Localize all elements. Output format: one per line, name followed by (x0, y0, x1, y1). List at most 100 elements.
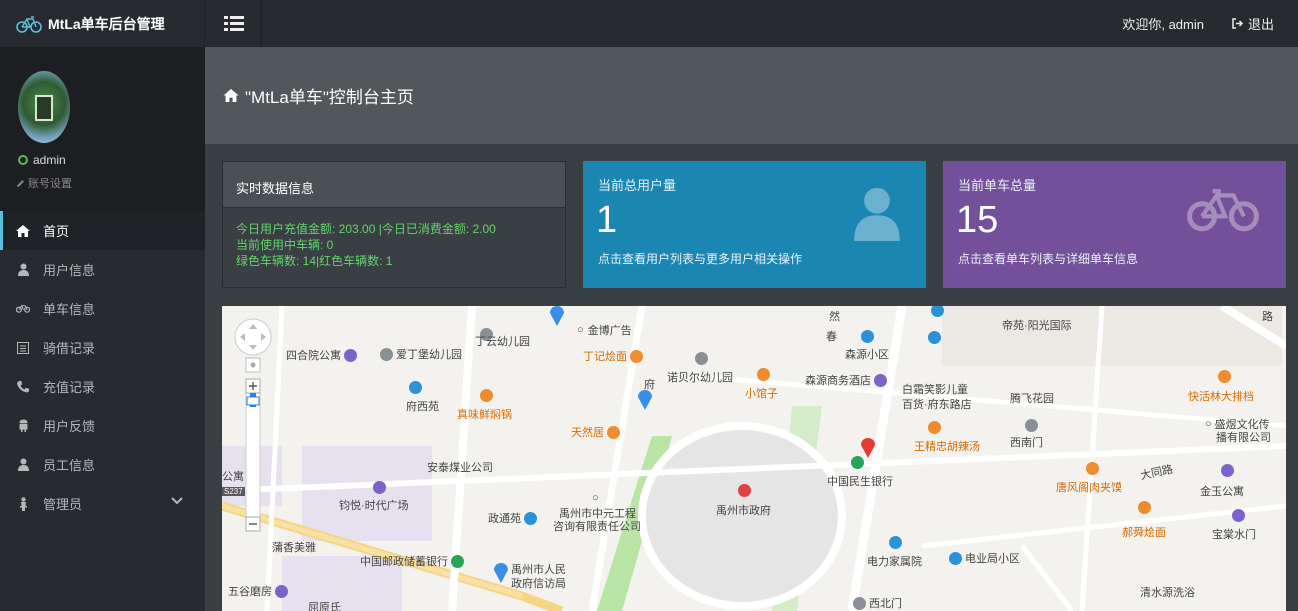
sidebar-item-feedback[interactable]: 用户反馈 (0, 406, 205, 445)
sidebar-item-recharge[interactable]: 充值记录 (0, 367, 205, 406)
map-poi[interactable] (406, 381, 425, 394)
map-poi[interactable]: ○ (592, 492, 599, 504)
avatar[interactable] (18, 71, 70, 143)
map-poi[interactable]: 公寓 (222, 468, 244, 484)
map-poi[interactable] (1022, 419, 1041, 432)
map-poi[interactable] (928, 306, 947, 317)
poi-label: 咨询有限责任公司 (553, 521, 641, 533)
map-poi[interactable]: 清水源洗浴 (1140, 584, 1195, 600)
bike-location-map[interactable]: 丁云幼儿园 ○ 金博广告 四合院公寓 爱丁堡幼儿园 丁记烩面 诺贝尔幼儿园 森源小… (222, 306, 1286, 611)
home-icon (223, 89, 239, 102)
map-poi[interactable]: 宝棠水门 (1212, 526, 1256, 542)
poi-label: 播有限公司 (1216, 432, 1271, 444)
total-users-link[interactable]: 点击查看用户列表与更多用户相关操作 (598, 250, 802, 267)
sidebar-item-home[interactable]: 首页 (0, 211, 205, 250)
map-poi[interactable]: 西北门 (850, 595, 902, 611)
map-poi[interactable]: 百货·府东路店 (902, 396, 972, 412)
map-poi[interactable]: 唐风阁肉夹馍 (1056, 479, 1122, 495)
map-poi[interactable] (886, 536, 905, 549)
map-poi[interactable] (477, 389, 496, 402)
poi-label: 四合院公寓 (286, 350, 341, 362)
brand[interactable]: MtLa单车后台管理 (0, 0, 205, 47)
map-zoom-out-icon[interactable] (245, 516, 261, 532)
map-poi[interactable]: 四合院公寓 (286, 347, 360, 363)
map-poi[interactable]: 电力家属院 (867, 553, 922, 569)
poi-label: 金玉公寓 (1200, 486, 1244, 498)
map-poi[interactable]: 小馆子 (745, 385, 778, 401)
map-poi[interactable]: 中国邮政储蓄银行 (360, 553, 467, 569)
map-poi[interactable]: 丁记烩面 (583, 348, 646, 364)
total-bikes-value: 15 (956, 199, 999, 241)
map-poi[interactable]: 禹州市政府 (716, 502, 771, 518)
map-poi[interactable]: 咨询有限责任公司 (553, 518, 641, 534)
map-zoom-in-icon[interactable] (245, 378, 261, 394)
home-icon (16, 224, 30, 238)
map-pan-icon[interactable] (234, 318, 272, 356)
map-poi[interactable]: 真味鲜焖锅 (457, 406, 512, 422)
map-poi[interactable]: 钧悦·时代广场 (339, 497, 409, 513)
sidebar-item-staff[interactable]: 员工信息 (0, 445, 205, 484)
bike-marker-red[interactable] (860, 434, 876, 460)
map-poi[interactable]: 安泰煤业公司 (427, 459, 493, 475)
map-poi[interactable]: 郝舜烩面 (1122, 524, 1166, 540)
map-poi[interactable]: 王精忠胡辣汤 (914, 438, 980, 454)
sidebar-item-bikes[interactable]: 单车信息 (0, 289, 205, 328)
total-users-value: 1 (596, 199, 618, 241)
phone-icon (16, 380, 30, 394)
map-poi[interactable]: 爱丁堡幼儿园 (377, 346, 462, 362)
account-settings-link[interactable]: 账号设置 (16, 175, 72, 191)
sidebar-item-users[interactable]: 用户信息 (0, 250, 205, 289)
poi-label: 屈原氏 (308, 602, 341, 611)
map-poi[interactable] (925, 421, 944, 434)
map-poi[interactable]: 金玉公寓 (1200, 483, 1244, 499)
map-locate-icon[interactable] (245, 357, 261, 373)
map-poi[interactable]: 中国民生银行 (827, 473, 893, 489)
bicycle-icon (1187, 189, 1259, 232)
map-poi[interactable] (925, 331, 944, 344)
map-zoom-slider-handle[interactable] (246, 396, 260, 406)
map-poi[interactable] (692, 352, 711, 365)
map-poi[interactable]: 屈原氏 (308, 599, 341, 611)
map-poi[interactable] (1229, 509, 1248, 522)
list-icon (16, 341, 30, 355)
total-users-label: 当前总用户量 (598, 178, 677, 193)
map-poi[interactable] (735, 484, 754, 497)
map-poi[interactable]: 诺贝尔幼儿园 (667, 369, 733, 385)
bike-marker-green[interactable] (493, 559, 509, 585)
total-bikes-link[interactable]: 点击查看单车列表与详细单车信息 (958, 250, 1138, 267)
sidebar-item-admin[interactable]: 管理员 (0, 484, 205, 523)
map-poi[interactable]: 五谷磨房 (228, 583, 291, 599)
bike-marker-green[interactable] (637, 386, 653, 412)
total-users-card[interactable]: 当前总用户量 1 点击查看用户列表与更多用户相关操作 (583, 161, 926, 288)
map-poi[interactable]: 政通苑 (488, 510, 540, 526)
map-poi[interactable]: 帝苑·阳光国际 (1002, 317, 1072, 333)
logout-link[interactable]: 退出 (1232, 14, 1274, 33)
map-poi[interactable] (1135, 501, 1154, 514)
sidebar-item-rides[interactable]: 骑借记录 (0, 328, 205, 367)
map-poi[interactable]: 丁云幼儿园 (475, 333, 530, 349)
map-poi[interactable]: 快活林大排档 (1188, 388, 1254, 404)
map-poi[interactable]: 播有限公司 (1216, 429, 1271, 445)
map-poi[interactable]: 府西苑 (406, 398, 439, 414)
poi-label: 唐风阁肉夹馍 (1056, 482, 1122, 494)
map-poi[interactable]: 森源小区 (845, 346, 889, 362)
menu-toggle-button[interactable] (206, 0, 262, 47)
map-poi[interactable]: 西南门 (1010, 434, 1043, 450)
map-poi[interactable] (1083, 462, 1102, 475)
map-poi[interactable]: 政府信访局 (511, 575, 566, 591)
map-poi[interactable]: 白霜笑影儿童 (902, 381, 968, 397)
bike-marker-green[interactable] (549, 306, 565, 326)
map-poi[interactable]: 蒲香美雅 (272, 539, 316, 555)
main-content: "MtLa单车"控制台主页 实时数据信息 今日用户充值金额: 203.00 |今… (205, 47, 1298, 611)
map-poi[interactable] (1218, 464, 1237, 477)
map-poi[interactable]: 腾飞花园 (1010, 390, 1054, 406)
map-poi[interactable]: 电业局小区 (946, 550, 1020, 566)
map-poi[interactable] (858, 330, 877, 343)
map-poi[interactable]: ○ 金博广告 (577, 322, 632, 338)
map-poi[interactable]: 天然居 (571, 424, 623, 440)
map-poi[interactable] (754, 368, 773, 381)
map-poi[interactable] (1215, 370, 1234, 383)
map-poi[interactable]: 森源商务酒店 (805, 372, 890, 388)
map-poi[interactable] (370, 481, 389, 494)
total-bikes-card[interactable]: 当前单车总量 15 点击查看单车列表与详细单车信息 (943, 161, 1286, 288)
